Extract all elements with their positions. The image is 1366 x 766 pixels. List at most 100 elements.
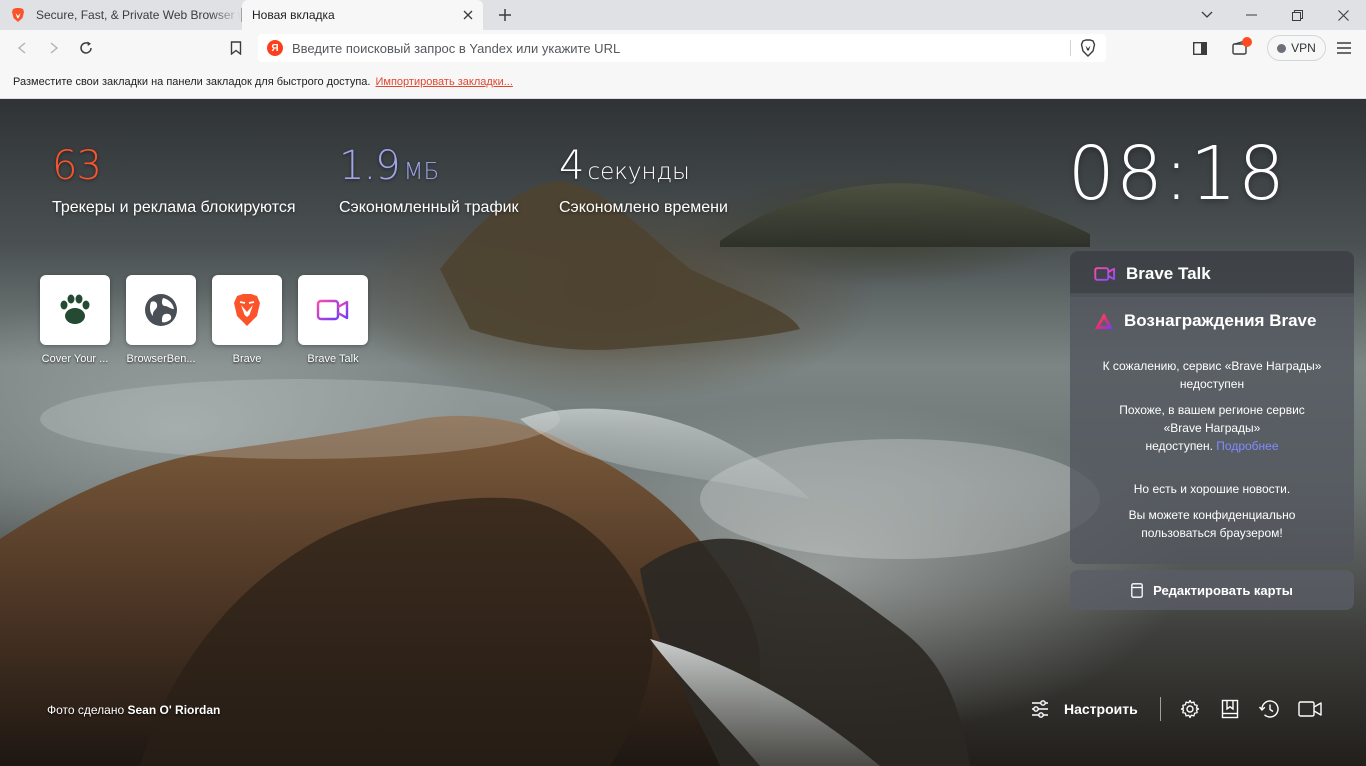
restore-icon: [1291, 9, 1303, 21]
settings-button[interactable]: [1178, 697, 1202, 721]
new-tab-page: 63 Трекеры и реклама блокируются 1.9 МБ …: [0, 99, 1366, 766]
new-tab-button[interactable]: [493, 4, 517, 26]
rewards-title: Вознаграждения Brave: [1124, 311, 1317, 330]
customize-label: Настроить: [1064, 701, 1138, 717]
top-site-label: Cover Your ...: [41, 353, 109, 365]
time-value: 4: [559, 143, 584, 189]
vpn-button[interactable]: VPN: [1267, 35, 1326, 61]
rewards-region-text: Похоже, в вашем регионе сервис «Brave На…: [1082, 401, 1342, 455]
chevron-down-icon: [1201, 11, 1213, 18]
sidebar-button[interactable]: [1187, 35, 1213, 61]
back-button[interactable]: [9, 35, 35, 61]
photo-credit-prefix: Фото сделано: [47, 703, 125, 717]
vpn-status-icon: [1277, 43, 1287, 53]
close-tab-button[interactable]: [457, 4, 479, 26]
learn-more-link[interactable]: Подробнее: [1216, 439, 1278, 453]
rewards-unavailable-text: К сожалению, сервис «Brave Награды» недо…: [1082, 357, 1342, 393]
brave-talk-card[interactable]: Brave Talk: [1070, 251, 1354, 297]
rewards-line: Вы можете конфиденциально: [1128, 508, 1296, 522]
plus-icon: [499, 9, 511, 21]
hamburger-menu-icon: [1337, 42, 1351, 54]
bookmarks-icon: [1221, 699, 1239, 719]
top-site-tile[interactable]: Brave Talk: [298, 275, 368, 365]
edit-cards-button[interactable]: Редактировать карты: [1070, 570, 1354, 610]
rewards-button[interactable]: [1227, 35, 1253, 61]
brave-rewards-icon: [1095, 313, 1113, 329]
brave-shields-button[interactable]: [1078, 38, 1098, 58]
bandwidth-value: 1.9: [339, 143, 401, 189]
rewards-line: Похоже, в вашем регионе сервис: [1119, 403, 1305, 417]
yandex-icon: Я: [267, 40, 283, 56]
rewards-line: пользоваться браузером!: [1141, 526, 1283, 540]
top-site-tile[interactable]: BrowserBen...: [126, 275, 196, 365]
bookmark-page-button[interactable]: [223, 35, 249, 61]
tab-title: Secure, Fast, & Private Web Browser w: [36, 8, 241, 22]
rewards-line: Но есть и хорошие новости.: [1133, 482, 1291, 496]
main-menu-button[interactable]: [1331, 35, 1357, 61]
rewards-private-text: Вы можете конфиденциально пользоваться б…: [1082, 506, 1342, 542]
rewards-line: К сожалению, сервис «Brave Награды»: [1102, 359, 1322, 373]
rewards-line: недоступен: [1179, 377, 1245, 391]
sidebar-icon: [1193, 41, 1207, 55]
brave-lion-icon: [234, 294, 260, 326]
close-icon: [1337, 9, 1349, 21]
restore-button[interactable]: [1274, 0, 1320, 30]
minimize-icon: [1245, 14, 1257, 16]
tab-brave-website[interactable]: Secure, Fast, & Private Web Browser w: [0, 0, 241, 30]
history-button[interactable]: [1257, 697, 1281, 721]
customize-button[interactable]: Настроить: [1030, 695, 1138, 723]
history-icon: [1258, 700, 1279, 718]
top-site-tile[interactable]: Cover Your ...: [40, 275, 110, 365]
close-icon: [463, 10, 473, 20]
top-site-label: Brave Talk: [307, 353, 359, 365]
top-site-label: Brave: [232, 353, 262, 365]
rewards-header: Вознаграждения Brave: [1094, 311, 1316, 331]
trackers-label: Трекеры и реклама блокируются: [52, 199, 296, 216]
tab-title: Новая вкладка: [252, 8, 335, 22]
bookmarks-bar: Разместите свои закладки на панели закла…: [0, 66, 1366, 99]
footer-divider: [1160, 697, 1161, 721]
close-window-button[interactable]: [1320, 0, 1366, 30]
edit-cards-label: Редактировать карты: [1153, 582, 1293, 598]
rewards-line: «Brave Награды»: [1163, 421, 1261, 435]
brave-rewards-card: Вознаграждения Brave К сожалению, сервис…: [1070, 293, 1354, 564]
address-bar[interactable]: Я: [258, 34, 1106, 62]
card-stack-icon: [1131, 582, 1143, 598]
video-camera-icon: [316, 299, 349, 321]
url-input[interactable]: [292, 34, 1062, 62]
reload-icon: [80, 41, 92, 54]
video-camera-icon: [1094, 267, 1116, 281]
minimize-button[interactable]: [1228, 0, 1274, 30]
stat-trackers-blocked: 63 Трекеры и реклама блокируются: [52, 143, 296, 217]
globe-icon: [145, 294, 177, 326]
forward-button[interactable]: [41, 35, 67, 61]
trackers-count: 63: [52, 143, 102, 189]
gear-icon: [1180, 699, 1200, 719]
top-site-tile[interactable]: Brave: [212, 275, 282, 365]
vpn-label: VPN: [1291, 41, 1316, 55]
rewards-good-news-text: Но есть и хорошие новости.: [1082, 480, 1342, 498]
photo-credit-author[interactable]: Sean O' Riordan: [128, 703, 221, 717]
url-divider: [1070, 40, 1071, 56]
tab-search-button[interactable]: [1184, 0, 1230, 30]
brave-shields-icon: [1080, 39, 1096, 57]
reload-button[interactable]: [73, 35, 99, 61]
photo-credit: Фото сделано Sean O' Riordan: [47, 703, 220, 717]
stat-bandwidth-saved: 1.9 МБ Сэкономленный трафик: [339, 143, 519, 217]
top-site-label: BrowserBen...: [126, 353, 196, 365]
arrow-right-icon: [50, 42, 59, 54]
bookmark-icon: [230, 41, 242, 55]
import-bookmarks-link[interactable]: Импортировать закладки...: [375, 76, 512, 88]
tab-new-tab[interactable]: Новая вкладка: [242, 0, 483, 30]
notification-dot: [1242, 37, 1252, 47]
arrow-left-icon: [17, 42, 26, 54]
clock: 08:18: [1067, 131, 1286, 217]
rewards-line: недоступен.: [1145, 439, 1213, 453]
time-label: Сэкономлено времени: [559, 199, 728, 216]
time-unit: секунды: [587, 159, 690, 185]
bandwidth-unit: МБ: [403, 159, 440, 185]
brave-talk-button[interactable]: [1298, 697, 1322, 721]
bandwidth-label: Сэкономленный трафик: [339, 199, 519, 216]
bookmarks-button[interactable]: [1218, 697, 1242, 721]
brave-lion-icon: [12, 8, 24, 22]
